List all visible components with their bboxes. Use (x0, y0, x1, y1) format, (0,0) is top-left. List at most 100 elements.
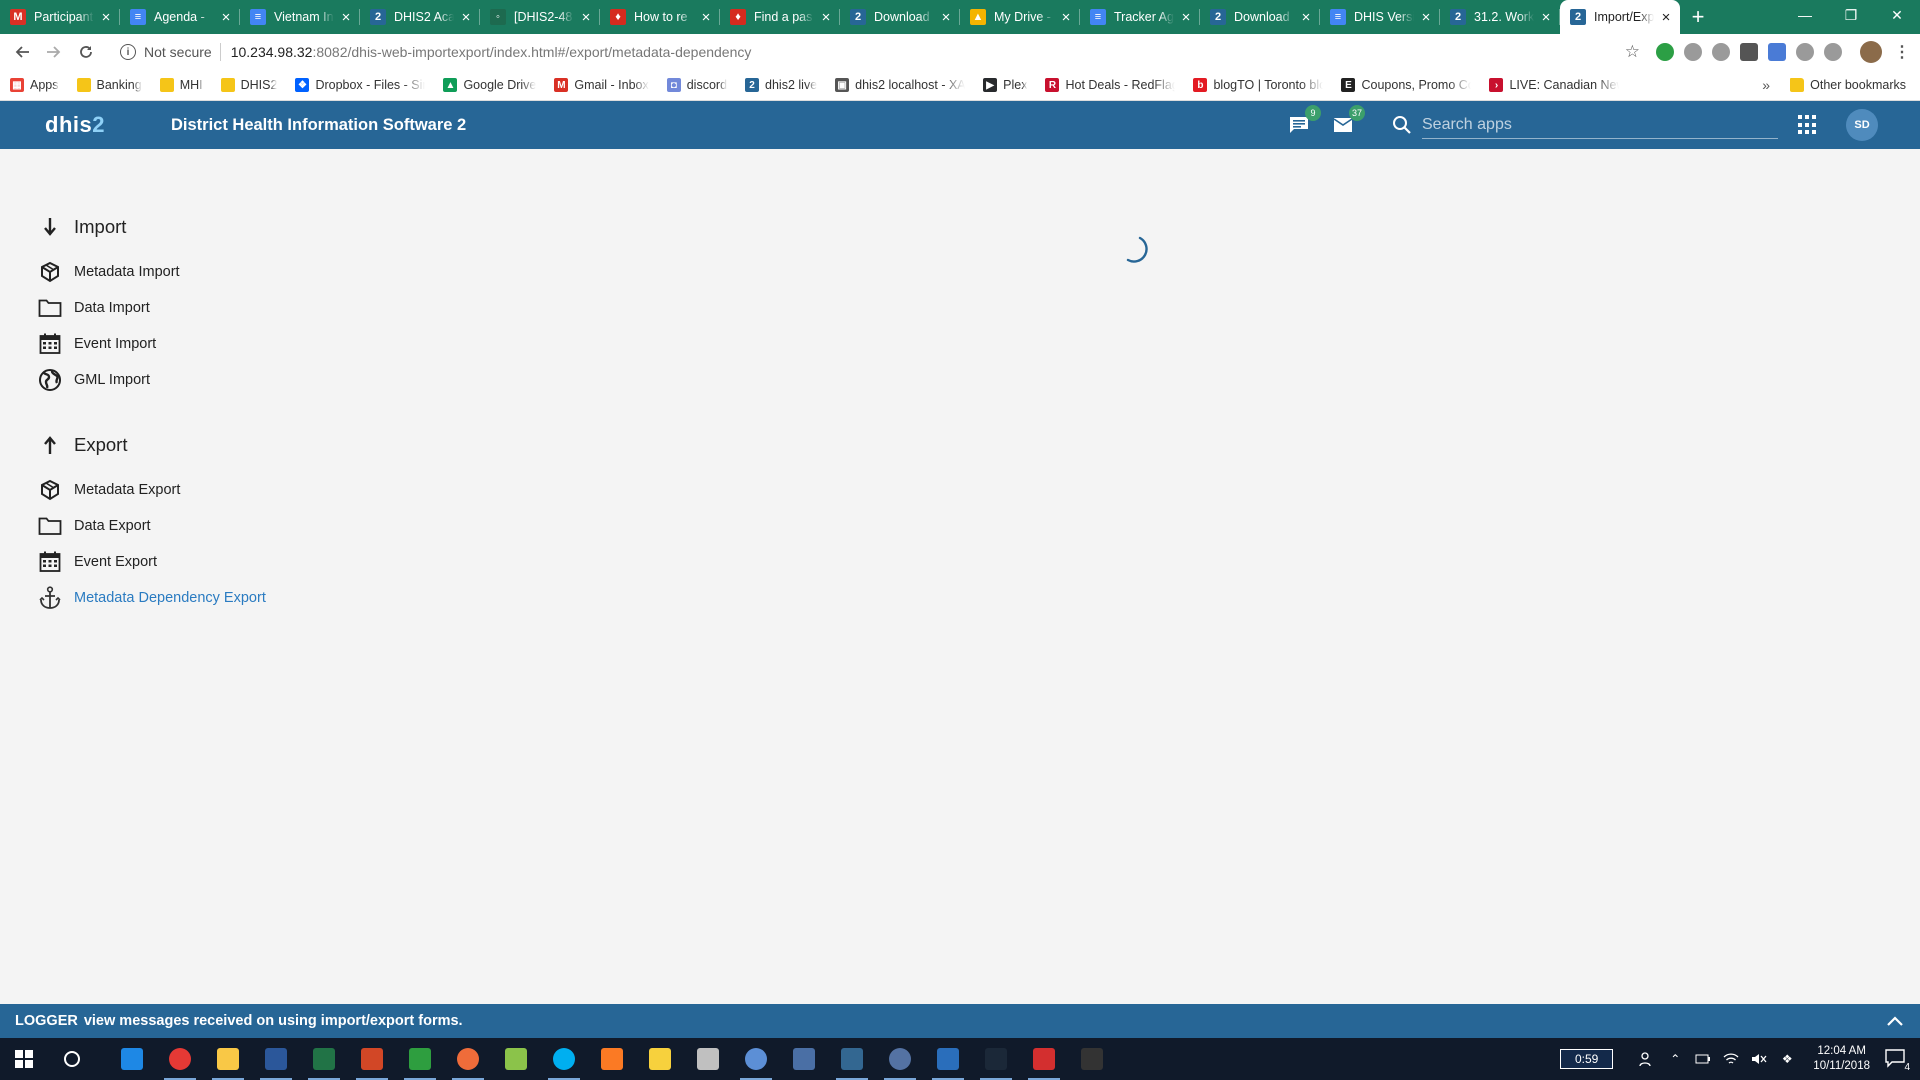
dhis2-logo[interactable]: dhis2 (45, 112, 105, 138)
bookmarks-overflow-icon[interactable]: » (1762, 77, 1770, 93)
browser-tab[interactable]: 2 DHIS2 Aca × (360, 0, 480, 34)
taskbar-app[interactable] (444, 1038, 492, 1080)
close-tab-icon[interactable]: × (1298, 9, 1314, 26)
taskbar-app[interactable] (1068, 1038, 1116, 1080)
sidebar-item-metadata-export[interactable]: Metadata Export (38, 472, 358, 508)
taskbar-app[interactable] (588, 1038, 636, 1080)
extension-icon[interactable] (1740, 43, 1758, 61)
close-tab-icon[interactable]: × (338, 9, 354, 26)
taskbar-app[interactable] (876, 1038, 924, 1080)
taskbar-app[interactable] (348, 1038, 396, 1080)
chevron-up-icon[interactable] (1884, 1010, 1906, 1032)
reload-icon[interactable] (72, 38, 100, 66)
browser-tab[interactable]: 2 Download × (1200, 0, 1320, 34)
close-tab-icon[interactable]: × (578, 9, 594, 26)
close-tab-icon[interactable]: × (1418, 9, 1434, 26)
sidebar-item-metadata-import[interactable]: Metadata Import (38, 254, 358, 290)
taskbar-app[interactable] (252, 1038, 300, 1080)
minimize-button[interactable]: — (1782, 0, 1828, 30)
bookmark-item[interactable]: ▣ dhis2 localhost - XAI (835, 78, 965, 92)
taskbar-app[interactable] (1020, 1038, 1068, 1080)
wifi-icon[interactable] (1723, 1051, 1739, 1067)
taskbar-app[interactable] (780, 1038, 828, 1080)
close-tab-icon[interactable]: × (818, 9, 834, 26)
interpretations-button[interactable]: 9 (1286, 105, 1321, 138)
sidebar-item-data-import[interactable]: Data Import (38, 290, 358, 326)
taskbar-app[interactable] (732, 1038, 780, 1080)
profile-avatar-icon[interactable] (1860, 41, 1882, 63)
taskbar-app[interactable] (396, 1038, 444, 1080)
back-arrow-icon[interactable] (8, 38, 36, 66)
bookmark-item[interactable]: DHIS2 (220, 78, 277, 92)
close-window-button[interactable]: ✕ (1874, 0, 1920, 30)
search-icon[interactable] (1392, 115, 1412, 135)
taskbar-app[interactable] (108, 1038, 156, 1080)
extension-icon[interactable] (1796, 43, 1814, 61)
cortana-search-icon[interactable] (48, 1038, 96, 1080)
search-apps-input[interactable] (1422, 111, 1778, 139)
taskbar-app[interactable] (204, 1038, 252, 1080)
close-tab-icon[interactable]: × (1178, 9, 1194, 26)
bookmark-item[interactable]: E Coupons, Promo Cod (1341, 78, 1471, 92)
forward-arrow-icon[interactable] (40, 38, 68, 66)
sidebar-item-gml-import[interactable]: GML Import (38, 362, 358, 398)
logger-bar[interactable]: LOGGER view messages received on using i… (0, 1004, 1920, 1038)
sidebar-item-metadata-dependency-export[interactable]: Metadata Dependency Export (38, 580, 358, 616)
browser-tab[interactable]: 2 Download × (840, 0, 960, 34)
user-avatar[interactable]: SD (1846, 109, 1878, 141)
close-tab-icon[interactable]: × (1538, 9, 1554, 26)
browser-tab[interactable]: ▲ My Drive - × (960, 0, 1080, 34)
close-tab-icon[interactable]: × (218, 9, 234, 26)
info-icon[interactable]: i (120, 44, 136, 60)
bookmark-item[interactable]: M Gmail - Inbox (554, 78, 649, 92)
taskbar-app[interactable] (684, 1038, 732, 1080)
bookmark-item[interactable]: ▲ Google Drive (443, 78, 536, 92)
windows-start-icon[interactable] (0, 1038, 48, 1080)
sidebar-item-event-import[interactable]: Event Import (38, 326, 358, 362)
taskbar-app[interactable] (972, 1038, 1020, 1080)
browser-tab[interactable]: ♦ How to re × (600, 0, 720, 34)
sidebar-item-data-export[interactable]: Data Export (38, 508, 358, 544)
bookmark-item[interactable]: ❖ Dropbox - Files - Sim (295, 78, 425, 92)
close-tab-icon[interactable]: × (698, 9, 714, 26)
close-tab-icon[interactable]: × (458, 9, 474, 26)
close-tab-icon[interactable]: × (938, 9, 954, 26)
browser-tab[interactable]: ◦ [DHIS2-48 × (480, 0, 600, 34)
bookmark-item[interactable]: MHI (159, 78, 203, 92)
extension-icon[interactable] (1656, 43, 1674, 61)
browser-tab[interactable]: ≡ Vietnam In × (240, 0, 360, 34)
battery-icon[interactable] (1695, 1051, 1711, 1067)
taskbar-app[interactable] (636, 1038, 684, 1080)
taskbar-app[interactable] (300, 1038, 348, 1080)
close-tab-icon[interactable]: × (1058, 9, 1074, 26)
bookmark-item[interactable]: Banking (76, 78, 142, 92)
people-icon[interactable] (1639, 1051, 1655, 1067)
extension-icon[interactable] (1684, 43, 1702, 61)
browser-tab[interactable]: ♦ Find a pas × (720, 0, 840, 34)
bookmark-star-icon[interactable]: ☆ (1625, 42, 1640, 62)
bookmark-item[interactable]: 2 dhis2 live (745, 78, 817, 92)
browser-menu-icon[interactable]: ⋮ (1892, 42, 1912, 62)
bookmark-item[interactable]: ▶ Plex (983, 78, 1027, 92)
bookmark-item[interactable]: R Hot Deals - RedFlagD (1045, 78, 1175, 92)
browser-tab[interactable]: 2 31.2. Work × (1440, 0, 1560, 34)
other-bookmarks[interactable]: Other bookmarks (1790, 78, 1906, 92)
tab-active[interactable]: 2 Import/Exp × (1560, 0, 1680, 34)
address-bar[interactable]: i Not secure 10.234.98.32:8082/dhis-web-… (110, 38, 1648, 66)
sidebar-item-event-export[interactable]: Event Export (38, 544, 358, 580)
browser-tab[interactable]: ≡ Tracker Ag × (1080, 0, 1200, 34)
close-tab-icon[interactable]: × (98, 9, 114, 26)
bookmark-item[interactable]: ◘ discord (666, 78, 727, 92)
taskbar-app[interactable] (540, 1038, 588, 1080)
taskbar-app[interactable] (156, 1038, 204, 1080)
browser-tab[interactable]: ≡ DHIS Versi × (1320, 0, 1440, 34)
taskbar-app[interactable] (924, 1038, 972, 1080)
extension-icon[interactable] (1824, 43, 1842, 61)
close-tab-icon[interactable]: × (1658, 9, 1674, 26)
apps-grid-icon[interactable] (1798, 115, 1818, 135)
timer-display[interactable]: 0:59 (1559, 1049, 1614, 1069)
bookmark-item[interactable]: ▦ Apps (10, 78, 59, 92)
bookmark-item[interactable]: b blogTO | Toronto blo (1193, 78, 1323, 92)
taskbar-app[interactable] (492, 1038, 540, 1080)
browser-tab[interactable]: ≡ Agenda - × (120, 0, 240, 34)
